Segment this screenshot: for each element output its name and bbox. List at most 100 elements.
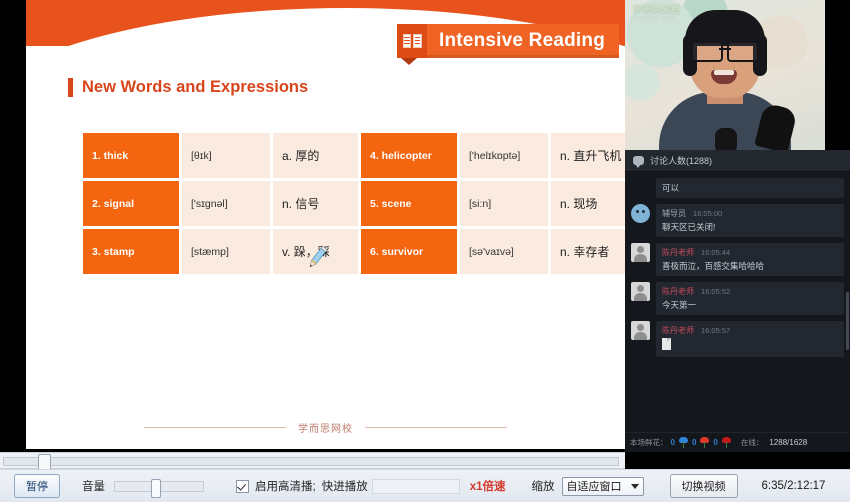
online-value: 1288/1628	[769, 438, 808, 447]
vocab-ipa: [si:n]	[460, 181, 548, 226]
chat-message-text: 聊天区已关闭!	[662, 222, 716, 232]
slide-footer: 学而思网校	[26, 420, 625, 435]
vocab-word: 4. helicopter	[361, 133, 457, 178]
vocab-meaning: n. 信号	[273, 181, 358, 226]
volume-slider[interactable]	[114, 478, 204, 498]
chat-message-list[interactable]: 可以 辅导员 16:05:00 聊天区已关闭! 陈丹老师 16:05:44 喜极…	[625, 172, 850, 406]
avatar[interactable]	[631, 282, 650, 301]
volume-label: 音量	[82, 481, 105, 493]
chat-timestamp: 16:05:00	[693, 209, 723, 218]
chat-timestamp: 16:05:57	[701, 326, 731, 335]
vocab-meaning: n. 幸存者	[551, 229, 625, 274]
section-heading-text: New Words and Expressions	[82, 78, 309, 96]
chat-message: 陈丹老师 16:05:44 喜极而泣，百感交集哈哈哈	[631, 243, 844, 276]
hd-checkbox-label[interactable]: 启用高清播;	[255, 478, 316, 494]
teacher-figure	[659, 10, 798, 150]
banner-title: Intensive Reading	[427, 24, 619, 58]
avatar[interactable]	[631, 204, 650, 223]
chat-sender-name: 陈丹老师	[662, 248, 694, 257]
chat-message-text: 今天第一	[662, 300, 697, 310]
book-icon	[397, 24, 427, 65]
vocab-meaning: n. 直升飞机	[551, 133, 625, 178]
flower-red-count: 0	[691, 438, 697, 447]
vocab-ipa: ['sɪgnəl]	[182, 181, 270, 226]
webcam-brand-text: 学而思网校	[633, 5, 681, 15]
chat-message-text: 可以	[662, 183, 680, 193]
volume-slider-thumb[interactable]	[151, 478, 161, 498]
flower-blue-count: 0	[670, 438, 675, 447]
flower-crimson-count: 0	[713, 438, 718, 447]
playback-seek-bar[interactable]	[0, 452, 625, 471]
vocab-meaning: a. 厚的	[273, 133, 358, 178]
chat-message: 陈丹老师 16:05:52 今天第一	[631, 282, 844, 315]
chat-message: 辅导员 16:05:00 聊天区已关闭!	[631, 204, 844, 237]
chat-timestamp: 16:05:44	[701, 248, 731, 257]
chat-panel: 讨论人数(1288) 可以 辅导员 16:05:00 聊天区已关闭! 陈丹老师 …	[625, 150, 850, 452]
teacher-webcam[interactable]: 学而思网校 XUEERSI.COM	[625, 0, 825, 150]
flower-blue-icon	[678, 437, 689, 448]
online-label: 在线：	[740, 438, 764, 447]
section-accent-bar	[68, 78, 73, 97]
chat-message-text	[662, 338, 838, 353]
chat-header-title: 讨论人数(1288)	[650, 156, 713, 166]
chat-stats-bar: 本场鲜花： 0 0 0 在线： 1288/1628	[625, 432, 850, 452]
pencil-cursor	[309, 245, 328, 268]
chat-bubble: 辅导员 16:05:00 聊天区已关闭!	[656, 204, 844, 237]
footer-brand: 学而思网校	[298, 424, 353, 435]
chat-sender-name: 陈丹老师	[662, 287, 694, 296]
vocab-word: 2. signal	[83, 181, 179, 226]
time-display: 6:35/2:12:17	[761, 480, 826, 492]
section-heading: New Words and Expressions	[68, 78, 308, 97]
chat-message: 可以	[631, 178, 844, 198]
chat-header: 讨论人数(1288)	[625, 150, 850, 172]
chevron-down-icon	[630, 483, 639, 489]
vocab-ipa: [stæmp]	[182, 229, 270, 274]
chat-message-text: 喜极而泣，百感交集哈哈哈	[662, 261, 765, 271]
hd-checkbox[interactable]	[236, 479, 249, 493]
switch-video-button[interactable]: 切换视频	[669, 474, 738, 498]
webcam-letterbox	[825, 0, 850, 150]
glasses-icon	[691, 41, 759, 62]
chat-bubble: 可以	[656, 178, 844, 198]
left-black-gutter	[0, 0, 26, 452]
pause-button[interactable]: 暂停	[14, 474, 60, 498]
chat-bubble: 陈丹老师 16:05:52 今天第一	[656, 282, 844, 315]
chat-bubble: 陈丹老师 16:05:57	[656, 321, 844, 357]
flower-red-icon	[699, 437, 710, 448]
vocab-word: 3. stamp	[83, 229, 179, 274]
footer-line-left	[144, 427, 286, 428]
chat-bubble-icon	[633, 156, 644, 168]
avatar[interactable]	[631, 321, 650, 340]
intensive-reading-banner: Intensive Reading	[397, 24, 619, 65]
vocab-word: 1. thick	[83, 133, 179, 178]
vocab-ipa: [sə'vaɪvə]	[460, 229, 548, 274]
zoom-label: 缩放	[531, 481, 555, 493]
chat-sender-name: 陈丹老师	[662, 326, 694, 335]
player-toolbar: 暂停 音量 启用高清播; 快进播放 x1倍速 缩放 自适应窗口 切换视频 6:3…	[0, 469, 850, 502]
document-icon	[662, 338, 671, 350]
zoom-select[interactable]: 自适应窗口	[561, 476, 644, 496]
flowers-label: 本场鲜花：	[630, 438, 668, 447]
player-window: Intensive Reading New Words and Expressi…	[0, 0, 850, 502]
playback-speed-label[interactable]: x1倍速	[470, 478, 506, 494]
seek-track[interactable]	[3, 457, 619, 466]
chat-sender-name: 辅导员	[662, 209, 686, 218]
slide-canvas[interactable]: Intensive Reading New Words and Expressi…	[26, 0, 625, 449]
right-panel: 学而思网校 XUEERSI.COM 讨论人数(1288) 可以 辅导员 16:0…	[625, 0, 850, 502]
chat-timestamp: 16:05:52	[701, 287, 731, 296]
chat-bubble: 陈丹老师 16:05:44 喜极而泣，百感交集哈哈哈	[656, 243, 844, 276]
fast-forward-label[interactable]: 快进播放	[322, 478, 368, 494]
chat-message: 陈丹老师 16:05:57	[631, 321, 844, 357]
vocab-meaning: n. 现场	[551, 181, 625, 226]
fast-forward-field[interactable]	[371, 478, 460, 494]
vocab-ipa: [θɪk]	[182, 133, 270, 178]
vocab-ipa: ['helɪkɒptə]	[460, 133, 548, 178]
footer-line-right	[365, 427, 507, 428]
vocab-word: 5. scene	[361, 181, 457, 226]
zoom-select-value: 自适应窗口	[566, 481, 622, 493]
flower-crimson-icon	[721, 437, 732, 448]
avatar[interactable]	[631, 243, 650, 262]
chat-scrollbar[interactable]	[846, 292, 849, 350]
vocab-word: 6. survivor	[361, 229, 457, 274]
microphone-stand-icon	[715, 128, 737, 150]
